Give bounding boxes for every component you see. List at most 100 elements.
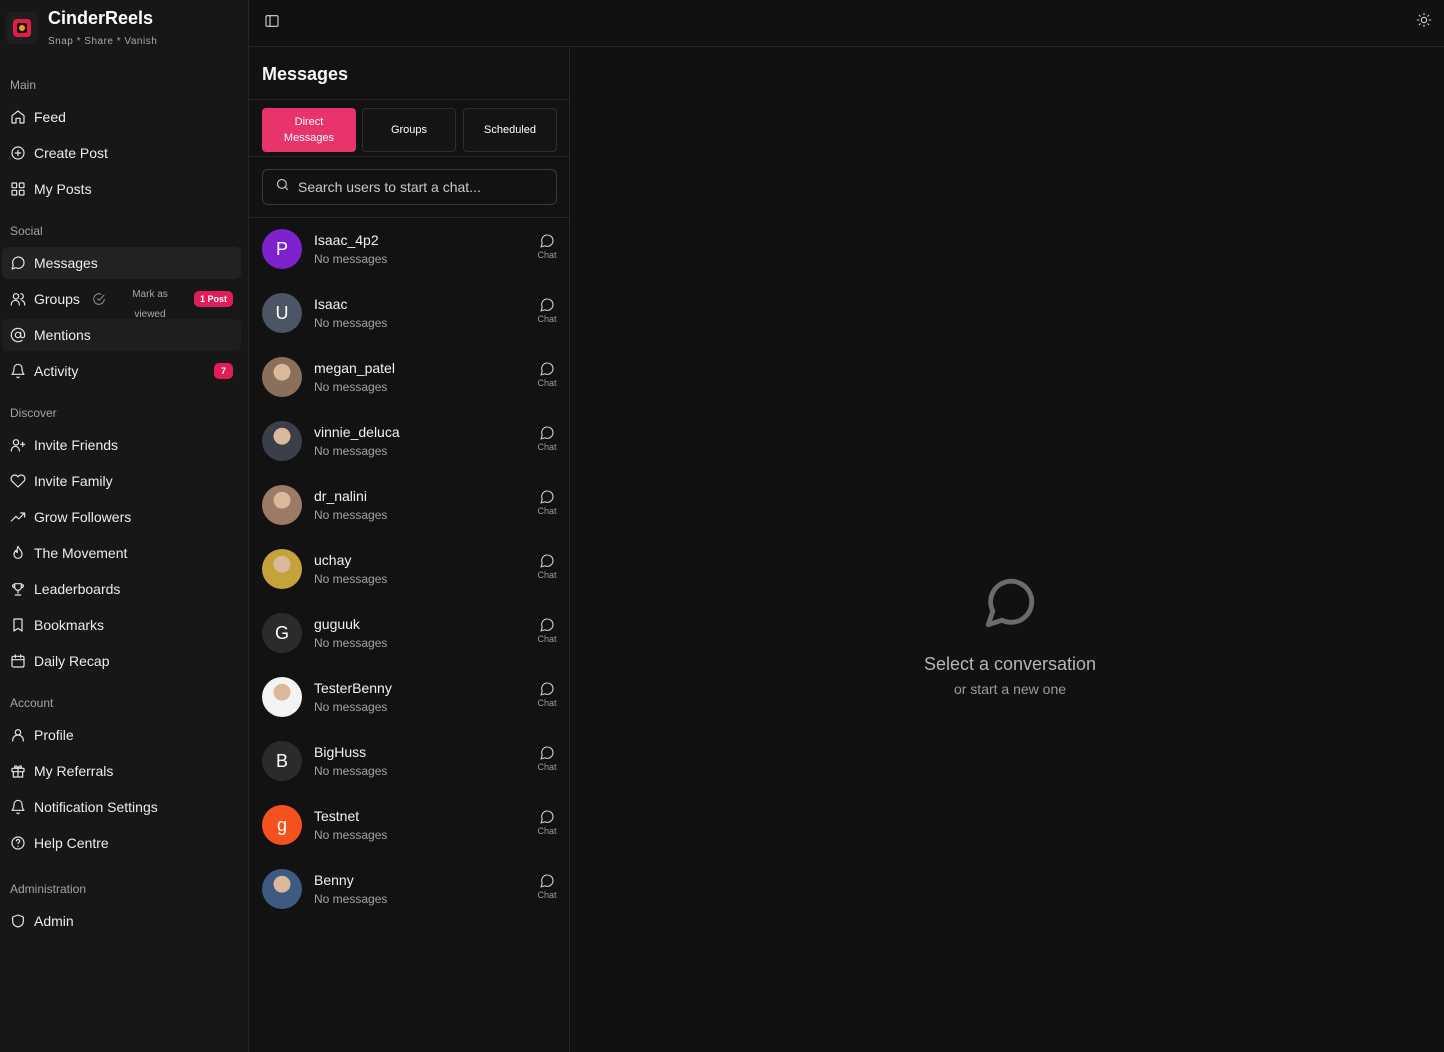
top-bar <box>249 0 1444 47</box>
search-box[interactable] <box>262 169 557 205</box>
contact-last-message: No messages <box>314 572 388 586</box>
trophy-icon <box>10 581 26 597</box>
chat-button-label: Chat <box>537 634 557 644</box>
help-circle-icon <box>10 835 26 851</box>
tab-label: Scheduled <box>484 124 536 136</box>
sidebar-item-bookmarks[interactable]: Bookmarks <box>2 609 241 641</box>
section-administration: Administration <box>10 882 87 896</box>
calendar-icon <box>10 653 26 669</box>
avatar <box>262 677 302 717</box>
empty-state-title: Select a conversation <box>923 654 1097 674</box>
activity-count-badge: 7 <box>213 363 233 379</box>
contact-name: uchay <box>314 552 352 568</box>
contact-row[interactable]: vinnie_deluca No messages Chat <box>249 410 569 474</box>
chat-button[interactable]: Chat <box>533 744 561 772</box>
sidebar-item-label: My Posts <box>34 181 92 197</box>
chat-button-label: Chat <box>537 442 557 452</box>
contact-row[interactable]: uchay No messages Chat <box>249 538 569 602</box>
tab-direct-messages[interactable]: Direct Messages <box>262 108 356 152</box>
contact-last-message: No messages <box>314 828 388 842</box>
sidebar-item-label: Activity <box>34 363 79 379</box>
at-sign-icon <box>10 327 26 343</box>
contact-name: Testnet <box>314 808 360 824</box>
sidebar-item-label: Create Post <box>34 145 108 161</box>
sidebar-toggle-icon[interactable] <box>264 13 280 29</box>
sidebar-item-activity[interactable]: Activity 7 <box>2 355 241 387</box>
sidebar-item-label: Feed <box>34 109 66 125</box>
search-input[interactable] <box>298 179 548 195</box>
chat-button[interactable]: Chat <box>533 488 561 516</box>
contact-name: megan_patel <box>314 360 395 376</box>
message-circle-icon <box>890 574 1130 632</box>
contact-row[interactable]: U Isaac No messages Chat <box>249 282 569 346</box>
chat-button-label: Chat <box>537 506 557 516</box>
chat-button[interactable]: Chat <box>533 808 561 836</box>
contact-row[interactable]: dr_nalini No messages Chat <box>249 474 569 538</box>
contact-name: guguuk <box>314 616 360 632</box>
sidebar-item-profile[interactable]: Profile <box>2 719 241 751</box>
chat-button[interactable]: Chat <box>533 296 561 324</box>
groups-post-badge: 1 Post <box>193 291 233 307</box>
contact-last-message: No messages <box>314 892 388 906</box>
sidebar-item-daily-recap[interactable]: Daily Recap <box>2 645 241 677</box>
divider <box>249 156 569 157</box>
sidebar-item-label: The Movement <box>34 545 128 561</box>
sidebar-item-leaderboards[interactable]: Leaderboards <box>2 573 241 605</box>
contact-row[interactable]: TesterBenny No messages Chat <box>249 666 569 730</box>
sidebar-item-label: Notification Settings <box>34 799 158 815</box>
sidebar-item-my-referrals[interactable]: My Referrals <box>2 755 241 787</box>
sidebar-item-mentions[interactable]: Mentions <box>2 319 241 351</box>
chat-button[interactable]: Chat <box>533 232 561 260</box>
contact-last-message: No messages <box>314 700 388 714</box>
sidebar-item-the-movement[interactable]: The Movement <box>2 537 241 569</box>
chat-button[interactable]: Chat <box>533 680 561 708</box>
home-icon <box>10 109 26 125</box>
sidebar-item-messages[interactable]: Messages <box>2 247 241 279</box>
message-circle-icon <box>533 681 561 697</box>
chat-button[interactable]: Chat <box>533 424 561 452</box>
sidebar-item-label: My Referrals <box>34 763 114 779</box>
contact-row[interactable]: megan_patel No messages Chat <box>249 346 569 410</box>
contact-row[interactable]: B BigHuss No messages Chat <box>249 730 569 794</box>
plus-circle-icon <box>10 145 26 161</box>
tab-scheduled[interactable]: Scheduled <box>463 108 557 152</box>
avatar: P <box>262 229 302 269</box>
sidebar-item-feed[interactable]: Feed <box>2 101 241 133</box>
sidebar-item-groups[interactable]: Groups Mark as viewed 1 Post <box>2 283 241 320</box>
contact-last-message: No messages <box>314 636 388 650</box>
sidebar-item-label: Bookmarks <box>34 617 105 633</box>
chat-button-label: Chat <box>537 890 557 900</box>
sidebar-item-notification-settings[interactable]: Notification Settings <box>2 791 241 823</box>
chat-button[interactable]: Chat <box>533 616 561 644</box>
check-circle-icon[interactable] <box>92 292 106 306</box>
contact-row[interactable]: Gguguuk No messages Chat <box>249 602 569 666</box>
section-main: Main <box>10 78 37 92</box>
page-title: Messages <box>262 64 349 84</box>
sidebar-item-create-post[interactable]: Create Post <box>2 137 241 169</box>
sidebar-item-admin[interactable]: Admin <box>2 905 241 937</box>
chat-button-label: Chat <box>537 826 557 836</box>
contact-row[interactable]: Benny No messages Chat <box>249 858 569 922</box>
sidebar-item-label: Groups <box>34 291 80 307</box>
sun-icon[interactable] <box>1416 12 1432 28</box>
contact-row[interactable]: P Isaac_4p2 No messages Chat <box>249 218 569 282</box>
sidebar-item-grow-followers[interactable]: Grow Followers <box>2 501 241 533</box>
sidebar-item-help-centre[interactable]: Help Centre <box>2 827 241 859</box>
chat-button[interactable]: Chat <box>533 360 561 388</box>
sidebar-item-invite-family[interactable]: Invite Family <box>2 465 241 497</box>
message-circle-icon <box>533 489 561 505</box>
tab-groups[interactable]: Groups <box>362 108 456 152</box>
chat-button[interactable]: Chat <box>533 872 561 900</box>
sidebar-item-invite-friends[interactable]: Invite Friends <box>2 429 241 461</box>
sidebar-item-label: Grow Followers <box>34 509 132 525</box>
app-root: CinderReels Snap * Share * Vanish Main F… <box>0 0 1444 1052</box>
chat-button[interactable]: Chat <box>533 552 561 580</box>
contact-name: Isaac <box>314 296 348 312</box>
chat-button-label: Chat <box>537 314 557 324</box>
contact-row[interactable]: g Testnet No messages Chat <box>249 794 569 858</box>
brand[interactable]: CinderReels Snap * Share * Vanish <box>6 9 157 47</box>
sidebar-item-label: Daily Recap <box>34 653 110 669</box>
sidebar-item-label: Leaderboards <box>34 581 121 597</box>
sidebar-item-my-posts[interactable]: My Posts <box>2 173 241 205</box>
flame-icon <box>10 545 26 561</box>
